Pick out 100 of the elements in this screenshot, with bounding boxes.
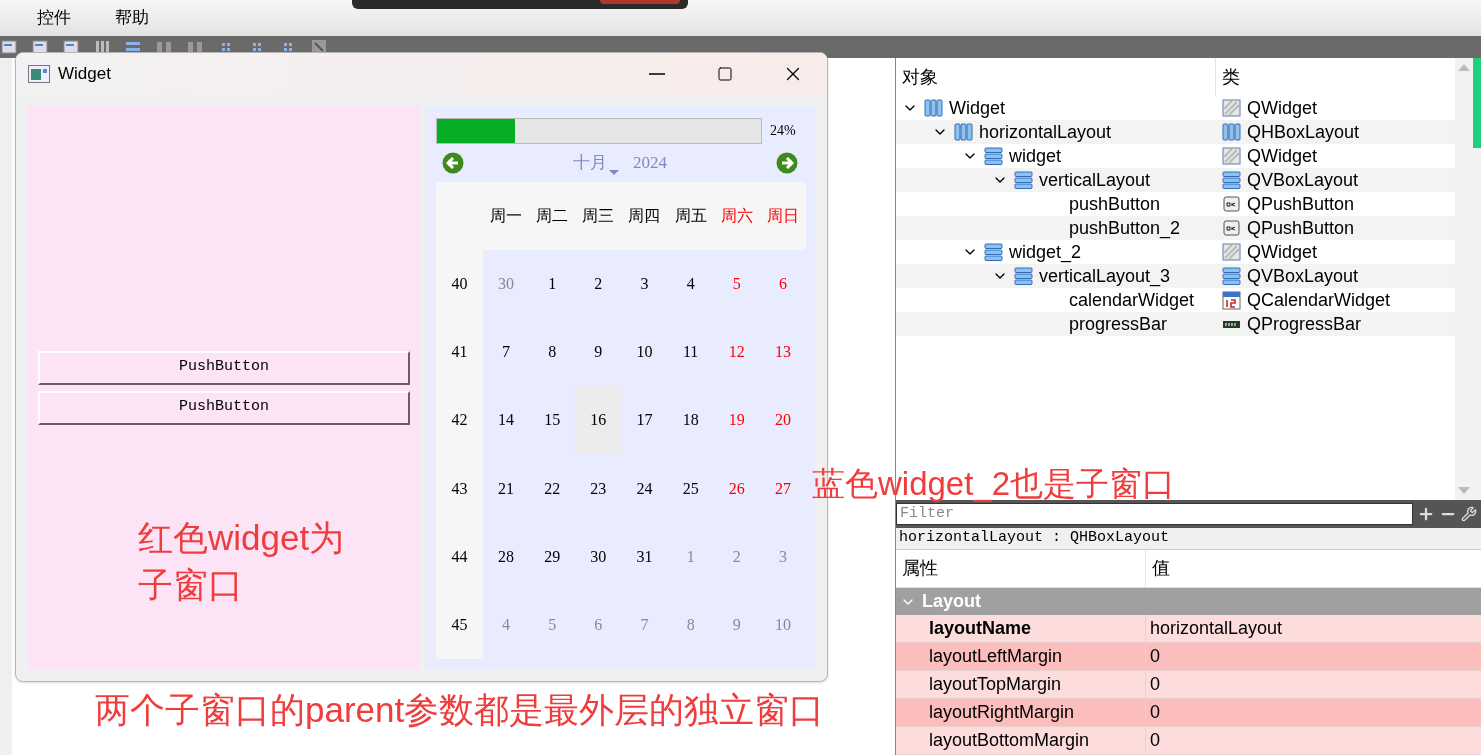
weekday-header: 周四 — [621, 182, 668, 250]
class-name: QProgressBar — [1247, 312, 1362, 336]
property-value: 0 — [1149, 701, 1160, 724]
form-icon[interactable] — [0, 38, 18, 56]
day-cell[interactable]: 24 — [621, 454, 668, 523]
week-number: 40 — [436, 250, 483, 319]
tree-row[interactable]: verticalLayout QVBoxLayout — [896, 168, 1455, 192]
menu-item[interactable]: 控件 — [37, 5, 71, 31]
app-icon — [28, 65, 50, 83]
tree-row[interactable]: pushButton_2 QPushButton — [896, 216, 1455, 240]
add-icon[interactable] — [1417, 505, 1435, 523]
push-button[interactable]: PushButton — [38, 390, 410, 425]
weekday-header: 周六 — [713, 182, 760, 250]
property-name: layoutRightMargin — [896, 699, 1146, 726]
class-name: QWidget — [1247, 144, 1318, 168]
maximize-icon — [717, 66, 733, 82]
property-value: 0 — [1149, 729, 1160, 752]
property-row[interactable]: layoutRightMargin 0 — [896, 699, 1481, 727]
day-cell[interactable]: 3 — [621, 250, 668, 319]
object-name: widget_2 — [1009, 240, 1082, 265]
object-name: widget — [1009, 144, 1062, 168]
day-cell[interactable]: 17 — [621, 386, 668, 455]
hatched-icon — [1222, 146, 1241, 166]
tree-row[interactable]: calendarWidget QCalendarWidget — [896, 288, 1455, 312]
day-cell[interactable]: 10 — [621, 318, 668, 387]
day-cell[interactable]: 15 — [529, 386, 576, 455]
class-name: QCalendarWidget — [1247, 288, 1391, 312]
day-cell[interactable]: 30 — [575, 522, 622, 591]
object-name: progressBar — [1069, 312, 1168, 336]
object-name: calendarWidget — [1069, 288, 1195, 312]
property-name: layoutName — [896, 615, 1146, 642]
day-cell[interactable]: 8 — [529, 318, 576, 387]
property-row[interactable]: layoutTopMargin 0 — [896, 671, 1481, 699]
day-cell[interactable]: 29 — [529, 522, 576, 591]
day-cell[interactable]: 18 — [667, 386, 714, 455]
object-name: verticalLayout_3 — [1039, 264, 1171, 289]
day-cell[interactable]: 25 — [667, 454, 714, 523]
day-cell[interactable]: 7 — [483, 318, 530, 387]
day-cell[interactable]: 14 — [483, 386, 530, 455]
day-cell[interactable]: 4 — [667, 250, 714, 319]
tree-row[interactable]: progressBar QProgressBar — [896, 312, 1455, 336]
weekday-header: 周一 — [483, 182, 530, 250]
minimize-icon — [649, 73, 665, 75]
day-cell[interactable]: 1 — [529, 250, 576, 319]
property-value: 0 — [1149, 645, 1160, 668]
tree-row[interactable]: horizontalLayout QHBoxLayout — [896, 120, 1455, 144]
weekday-header: 周二 — [529, 182, 576, 250]
day-cell[interactable]: 31 — [621, 522, 668, 591]
ok-key-icon — [1222, 218, 1241, 238]
columns-icon — [1222, 122, 1241, 142]
class-name: QWidget — [1247, 240, 1318, 264]
push-button[interactable]: PushButton — [38, 350, 410, 385]
previous-month-icon[interactable] — [442, 152, 464, 174]
rows-icon — [1222, 266, 1241, 286]
week-number: 45 — [436, 590, 483, 659]
column-header: 类 — [1221, 65, 1240, 89]
columns-icon — [924, 98, 943, 118]
tree-row[interactable]: pushButton QPushButton — [896, 192, 1455, 216]
property-row[interactable]: layoutBottomMargin 0 — [896, 727, 1481, 755]
column-header: 对象 — [896, 58, 1216, 96]
tree-row[interactable]: widget QWidget — [896, 144, 1455, 168]
day-cell[interactable]: 23 — [575, 454, 622, 523]
filter-field[interactable]: Filter — [896, 503, 1413, 525]
menu-item[interactable]: 帮助 — [115, 5, 149, 31]
day-cell[interactable]: 9 — [575, 318, 622, 387]
ok-key-icon — [1222, 194, 1241, 214]
property-row[interactable]: layoutLeftMargin 0 — [896, 643, 1481, 671]
property-value: horizontalLayout — [1149, 617, 1283, 640]
object-label: horizontalLayout : QHBoxLayout — [896, 528, 1481, 550]
tree-row[interactable]: verticalLayout_3 QVBoxLayout — [896, 264, 1455, 288]
day-cell[interactable]: 16 — [575, 386, 622, 455]
day-cell[interactable]: 21 — [483, 454, 530, 523]
tree-row[interactable]: widget_2 QWidget — [896, 240, 1455, 264]
day-cell[interactable]: 11 — [667, 318, 714, 387]
week-number: 42 — [436, 386, 483, 455]
columns-icon — [954, 122, 973, 142]
column-header: 值 — [1151, 557, 1170, 580]
group-name: Layout — [922, 590, 981, 613]
rows-icon — [1222, 170, 1241, 190]
class-name: QVBoxLayout — [1247, 264, 1359, 288]
week-number: 41 — [436, 318, 483, 387]
week-number: 44 — [436, 522, 483, 591]
hatched-icon — [1222, 98, 1241, 118]
day-cell[interactable]: 28 — [483, 522, 530, 591]
next-month-icon[interactable] — [776, 152, 798, 174]
class-name: QHBoxLayout — [1247, 120, 1360, 144]
tree-row[interactable]: Widget QWidget — [896, 96, 1455, 120]
object-name: pushButton — [1069, 192, 1161, 216]
class-name: QPushButton — [1247, 216, 1355, 240]
dropdown-arrow-icon — [609, 169, 619, 175]
day-cell[interactable]: 2 — [575, 250, 622, 319]
property-row[interactable]: layoutName horizontalLayout — [896, 615, 1481, 643]
rows-icon — [984, 242, 1003, 262]
object-name: horizontalLayout — [979, 120, 1112, 144]
property-value: 0 — [1149, 673, 1160, 696]
rows-icon — [1014, 266, 1033, 286]
property-name: layoutTopMargin — [896, 671, 1146, 698]
day-cell[interactable]: 22 — [529, 454, 576, 523]
wrench-icon[interactable] — [1461, 506, 1477, 522]
weekday-header: 周日 — [759, 182, 806, 250]
